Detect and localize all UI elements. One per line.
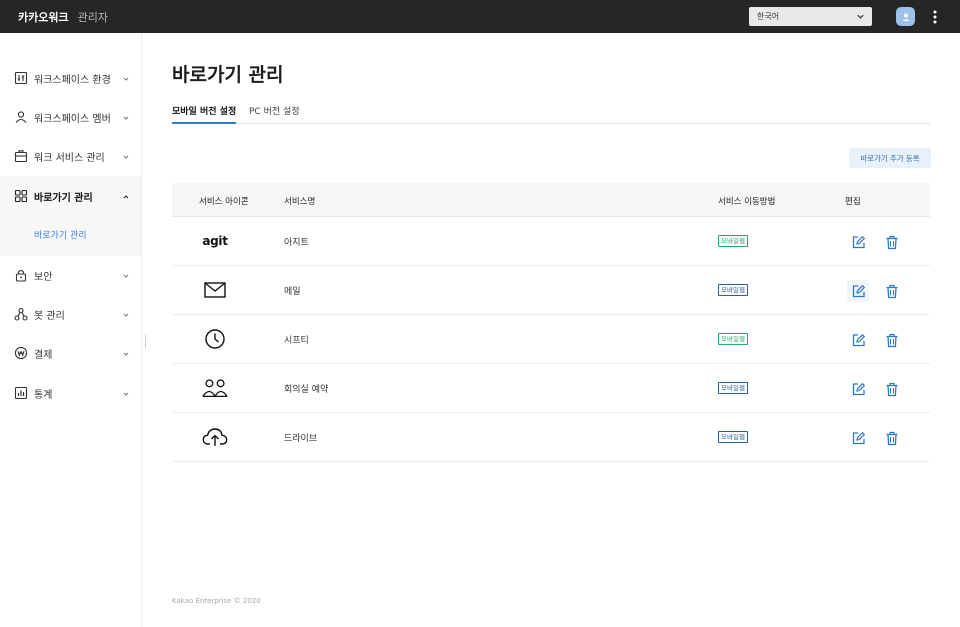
trash-icon: [886, 382, 898, 396]
delete-button[interactable]: [881, 329, 903, 351]
sidebar-item-label: 워크스페이스 환경: [34, 74, 111, 86]
sidebar-item-workspace-members[interactable]: 워크스페이스 멤버: [0, 104, 141, 130]
edit-button[interactable]: [847, 427, 869, 449]
service-name: 아지트: [284, 238, 309, 248]
agit-logo: agit: [202, 229, 228, 253]
add-shortcut-button[interactable]: 바로가기 추가 등록: [849, 148, 931, 168]
sidebar-item-shortcuts[interactable]: 바로가기 관리: [0, 183, 141, 209]
chart-icon: [14, 386, 28, 400]
service-name: 드라이브: [284, 434, 318, 444]
column-header: 서비스명: [284, 197, 316, 207]
service-name: 시프티: [284, 336, 309, 346]
chevron-down-icon: [123, 274, 129, 278]
chevron-down-icon: [123, 155, 129, 159]
sidebar-resize-handle[interactable]: [145, 335, 146, 348]
sidebar-item-work-services[interactable]: 워크 서비스 관리: [0, 143, 141, 169]
service-name: 메일: [284, 287, 301, 297]
method-badge: 모바일웹: [718, 284, 748, 296]
edit-button[interactable]: [847, 329, 869, 351]
footer-copyright: Kakao Enterprise © 2020: [172, 597, 261, 605]
grid-icon: [14, 189, 28, 203]
sidebar-item-label: 워크 서비스 관리: [34, 152, 105, 164]
chevron-down-icon: [857, 14, 864, 19]
table-header: 서비스 아이콘 서비스명 서비스 이동방법 편집: [172, 183, 930, 217]
sidebar-item-bots[interactable]: 봇 관리: [0, 301, 141, 327]
edit-button[interactable]: [847, 280, 869, 302]
mail-icon: [202, 278, 228, 302]
table-row: 드라이브 모바일웹: [172, 413, 930, 462]
agit-logo-text: agit: [202, 234, 228, 248]
person-icon: [15, 111, 27, 123]
trash-icon: [886, 333, 898, 347]
chevron-down-icon: [123, 313, 129, 317]
method-badge: 모바일웹: [718, 431, 748, 443]
user-icon: [902, 13, 909, 21]
column-header: 서비스 이동방법: [718, 197, 776, 207]
tab-bar: 모바일 버전 설정 PC 버전 설정: [172, 104, 930, 124]
clock-icon: [202, 327, 228, 351]
method-badge: 모바일웹: [718, 382, 748, 394]
sidebar-item-label: 결제: [34, 349, 53, 361]
chevron-up-icon: [123, 195, 129, 199]
sidebar: 워크스페이스 환경 워크스페이스 멤버 워크 서비스 관리 바로가기 관리 바로…: [0, 33, 142, 627]
sidebar-item-security[interactable]: 보안: [0, 262, 141, 288]
bot-icon: [14, 307, 28, 321]
brand-logo[interactable]: 카카오워크: [18, 9, 69, 25]
delete-button[interactable]: [881, 427, 903, 449]
trash-icon: [886, 431, 898, 445]
delete-button[interactable]: [881, 378, 903, 400]
table-row: 메일 모바일웹: [172, 266, 930, 315]
sliders-icon: [14, 71, 28, 85]
service-name: 회의실 예약: [284, 385, 329, 395]
edit-button[interactable]: [847, 231, 869, 253]
sidebar-item-billing[interactable]: 결제: [0, 340, 141, 366]
tab-mobile-settings[interactable]: 모바일 버전 설정: [172, 104, 237, 124]
delete-button[interactable]: [881, 231, 903, 253]
table-row: 회의실 예약 모바일웹: [172, 364, 930, 413]
lock-icon: [15, 269, 27, 282]
edit-button[interactable]: [847, 378, 869, 400]
language-select[interactable]: 한국어: [749, 7, 872, 26]
column-header: 편집: [845, 197, 861, 207]
column-header: 서비스 아이콘: [199, 197, 249, 207]
chevron-down-icon: [123, 77, 129, 81]
won-icon: [14, 346, 28, 360]
page-title: 바로가기 관리: [172, 64, 284, 86]
chevron-down-icon: [123, 392, 129, 396]
sidebar-item-label: 보안: [34, 271, 53, 283]
edit-icon: [852, 284, 865, 297]
edit-icon: [852, 235, 865, 248]
edit-icon: [852, 333, 865, 346]
delete-button[interactable]: [881, 280, 903, 302]
trash-icon: [886, 284, 898, 298]
trash-icon: [886, 235, 898, 249]
edit-icon: [852, 431, 865, 444]
table-row: agit 아지트 모바일웹: [172, 217, 930, 266]
chevron-down-icon: [123, 352, 129, 356]
language-value: 한국어: [757, 12, 780, 21]
sidebar-item-label: 통계: [34, 389, 53, 401]
cloud-upload-icon: [202, 425, 228, 449]
briefcase-icon: [14, 150, 28, 163]
sidebar-item-label: 봇 관리: [34, 310, 65, 322]
method-badge: 모바일웹: [718, 333, 748, 345]
edit-icon: [852, 382, 865, 395]
method-badge: 모바일웹: [718, 235, 748, 247]
sidebar-item-workspace-settings[interactable]: 워크스페이스 환경: [0, 65, 141, 91]
kebab-menu-icon[interactable]: [928, 8, 942, 26]
sidebar-subitem-shortcuts[interactable]: 바로가기 관리: [34, 228, 87, 241]
tab-pc-settings[interactable]: PC 버전 설정: [249, 104, 300, 124]
table-row: 시프티 모바일웹: [172, 315, 930, 364]
sidebar-item-label: 워크스페이스 멤버: [34, 113, 111, 125]
admin-label: 관리자: [77, 10, 108, 24]
top-bar: 카카오워크 관리자 한국어: [0, 0, 960, 33]
avatar[interactable]: [896, 7, 915, 26]
sidebar-item-statistics[interactable]: 통계: [0, 380, 141, 406]
sidebar-item-label: 바로가기 관리: [34, 192, 93, 204]
chevron-down-icon: [123, 116, 129, 120]
people-icon: [202, 376, 228, 400]
